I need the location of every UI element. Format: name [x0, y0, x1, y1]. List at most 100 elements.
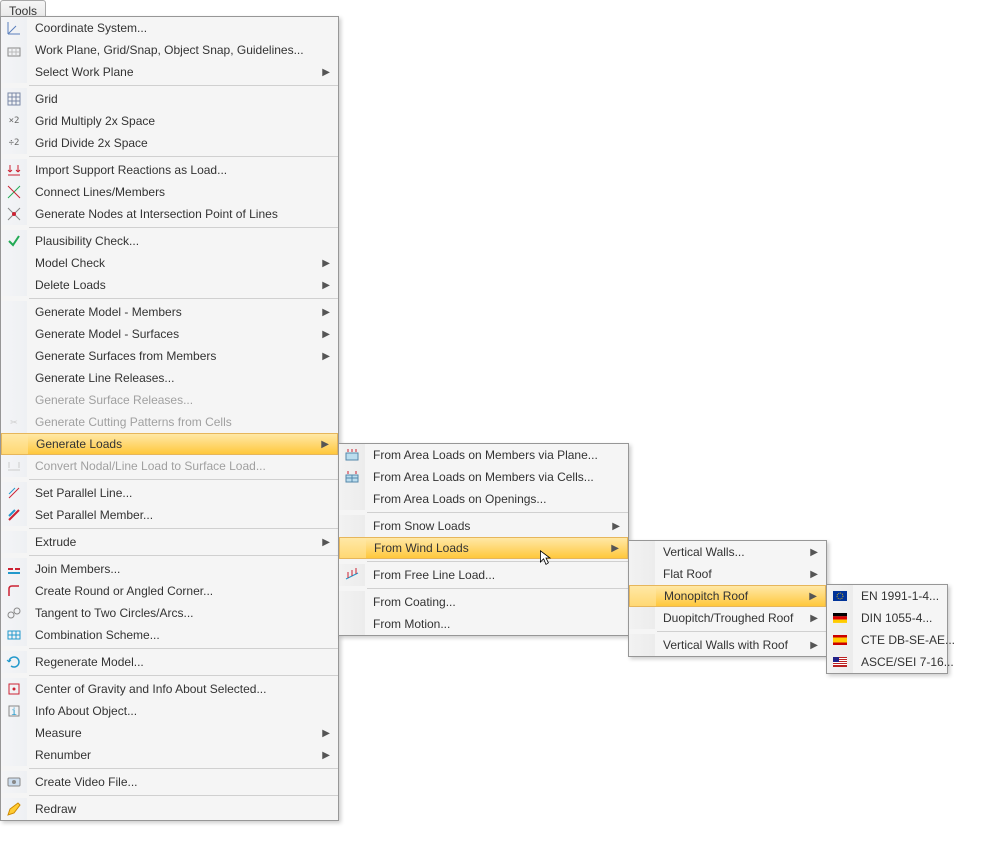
- menu-label: Convert Nodal/Line Load to Surface Load.…: [27, 459, 338, 473]
- menu-label: Plausibility Check...: [27, 234, 338, 248]
- vertical-walls-roof-item[interactable]: Vertical Walls with Roof▶: [629, 634, 826, 656]
- delete-loads-item[interactable]: Delete Loads▶: [1, 274, 338, 296]
- extrude-item[interactable]: Extrude▶: [1, 531, 338, 553]
- separator: [29, 156, 338, 157]
- wind-loads-item[interactable]: From Wind Loads▶: [339, 537, 628, 559]
- menu-label: From Coating...: [365, 595, 628, 609]
- generate-loads-item[interactable]: Generate Loads▶: [1, 433, 338, 455]
- menu-label: Create Video File...: [27, 775, 338, 789]
- convert-load-icon: [6, 458, 22, 474]
- menu-label: Tangent to Two Circles/Arcs...: [27, 606, 338, 620]
- separator: [29, 555, 338, 556]
- connect-lines-item[interactable]: Connect Lines/Members: [1, 181, 338, 203]
- submenu-arrow-icon: ▶: [322, 307, 330, 318]
- menu-label: Generate Surfaces from Members: [27, 349, 338, 363]
- menu-label: Import Support Reactions as Load...: [27, 163, 338, 177]
- asce-item[interactable]: ASCE/SEI 7-16...: [827, 651, 947, 673]
- grid-divide-item[interactable]: ÷2Grid Divide 2x Space: [1, 132, 338, 154]
- set-parallel-member-item[interactable]: Set Parallel Member...: [1, 504, 338, 526]
- tangent-item[interactable]: Tangent to Two Circles/Arcs...: [1, 602, 338, 624]
- plausibility-item[interactable]: Plausibility Check...: [1, 230, 338, 252]
- menu-label: From Wind Loads: [366, 541, 627, 555]
- free-line-load-item[interactable]: From Free Line Load...: [339, 564, 628, 586]
- din-1055-item[interactable]: DIN 1055-4...: [827, 607, 947, 629]
- renumber-item[interactable]: Renumber▶: [1, 744, 338, 766]
- menu-label: Redraw: [27, 802, 338, 816]
- submenu-arrow-icon: ▶: [322, 280, 330, 291]
- menu-label: Select Work Plane: [27, 65, 338, 79]
- motion-item[interactable]: From Motion...: [339, 613, 628, 635]
- menu-label: Connect Lines/Members: [27, 185, 338, 199]
- separator: [367, 588, 628, 589]
- menu-label: Delete Loads: [27, 278, 338, 292]
- submenu-arrow-icon: ▶: [322, 67, 330, 78]
- menu-label: Create Round or Angled Corner...: [27, 584, 338, 598]
- vertical-walls-item[interactable]: Vertical Walls...▶: [629, 541, 826, 563]
- gen-model-surfaces-item[interactable]: Generate Model - Surfaces▶: [1, 323, 338, 345]
- intersection-icon: [6, 206, 22, 222]
- menu-label: Renumber: [27, 748, 338, 762]
- tools-dropdown: Coordinate System... Work Plane, Grid/Sn…: [0, 16, 339, 821]
- scheme-icon: [6, 627, 22, 643]
- create-round-item[interactable]: Create Round or Angled Corner...: [1, 580, 338, 602]
- work-plane-item[interactable]: Work Plane, Grid/Snap, Object Snap, Guid…: [1, 39, 338, 61]
- separator: [29, 227, 338, 228]
- menu-label: Coordinate System...: [27, 21, 338, 35]
- model-check-item[interactable]: Model Check▶: [1, 252, 338, 274]
- gen-line-releases-item[interactable]: Generate Line Releases...: [1, 367, 338, 389]
- duopitch-roof-item[interactable]: Duopitch/Troughed Roof▶: [629, 607, 826, 629]
- area-loads-openings-item[interactable]: From Area Loads on Openings...: [339, 488, 628, 510]
- menu-label: Monopitch Roof: [656, 589, 825, 603]
- join-members-item[interactable]: Join Members...: [1, 558, 338, 580]
- corner-icon: [6, 583, 22, 599]
- grid-snap-icon: [6, 42, 22, 58]
- combination-item[interactable]: Combination Scheme...: [1, 624, 338, 646]
- import-support-item[interactable]: Import Support Reactions as Load...: [1, 159, 338, 181]
- gen-model-members-item[interactable]: Generate Model - Members▶: [1, 301, 338, 323]
- measure-item[interactable]: Measure▶: [1, 722, 338, 744]
- convert-nodal-item: Convert Nodal/Line Load to Surface Load.…: [1, 455, 338, 477]
- gen-cutting-item: ✂ Generate Cutting Patterns from Cells: [1, 411, 338, 433]
- submenu-arrow-icon: ▶: [810, 547, 818, 558]
- area-loads-plane-item[interactable]: From Area Loads on Members via Plane...: [339, 444, 628, 466]
- separator: [29, 675, 338, 676]
- flat-roof-item[interactable]: Flat Roof▶: [629, 563, 826, 585]
- area-loads-cells-item[interactable]: From Area Loads on Members via Cells...: [339, 466, 628, 488]
- center-gravity-item[interactable]: Center of Gravity and Info About Selecte…: [1, 678, 338, 700]
- menu-label: Generate Cutting Patterns from Cells: [27, 415, 338, 429]
- snow-loads-item[interactable]: From Snow Loads▶: [339, 515, 628, 537]
- en-1991-item[interactable]: EN 1991-1-4...: [827, 585, 947, 607]
- grid-item[interactable]: Grid: [1, 88, 338, 110]
- menu-label: Combination Scheme...: [27, 628, 338, 642]
- check-icon: [6, 233, 22, 249]
- coating-item[interactable]: From Coating...: [339, 591, 628, 613]
- cte-item[interactable]: CTE DB-SE-AE...: [827, 629, 947, 651]
- separator: [29, 795, 338, 796]
- separator: [367, 561, 628, 562]
- axes-icon: [6, 20, 22, 36]
- coordinate-system-item[interactable]: Coordinate System...: [1, 17, 338, 39]
- info-about-item[interactable]: iInfo About Object...: [1, 700, 338, 722]
- select-work-plane-item[interactable]: Select Work Plane▶: [1, 61, 338, 83]
- wind-loads-submenu: Vertical Walls...▶ Flat Roof▶ Monopitch …: [628, 540, 827, 657]
- menu-label: From Free Line Load...: [365, 568, 628, 582]
- menu-label: Extrude: [27, 535, 338, 549]
- menu-label: Generate Surface Releases...: [27, 393, 338, 407]
- create-video-item[interactable]: Create Video File...: [1, 771, 338, 793]
- menu-label: Generate Model - Members: [27, 305, 338, 319]
- separator: [29, 768, 338, 769]
- parallel-line-icon: [6, 485, 22, 501]
- grid-multiply-item[interactable]: ×2Grid Multiply 2x Space: [1, 110, 338, 132]
- info-icon: i: [6, 703, 22, 719]
- menu-label: DIN 1055-4...: [853, 611, 960, 625]
- gen-surfaces-members-item[interactable]: Generate Surfaces from Members▶: [1, 345, 338, 367]
- regenerate-item[interactable]: Regenerate Model...: [1, 651, 338, 673]
- redraw-item[interactable]: Redraw: [1, 798, 338, 820]
- connect-lines-icon: [6, 184, 22, 200]
- monopitch-roof-item[interactable]: Monopitch Roof▶: [629, 585, 826, 607]
- set-parallel-line-item[interactable]: Set Parallel Line...: [1, 482, 338, 504]
- area-cells-icon: [344, 469, 360, 485]
- submenu-arrow-icon: ▶: [322, 537, 330, 548]
- scissors-icon: ✂: [6, 414, 22, 430]
- generate-nodes-item[interactable]: Generate Nodes at Intersection Point of …: [1, 203, 338, 225]
